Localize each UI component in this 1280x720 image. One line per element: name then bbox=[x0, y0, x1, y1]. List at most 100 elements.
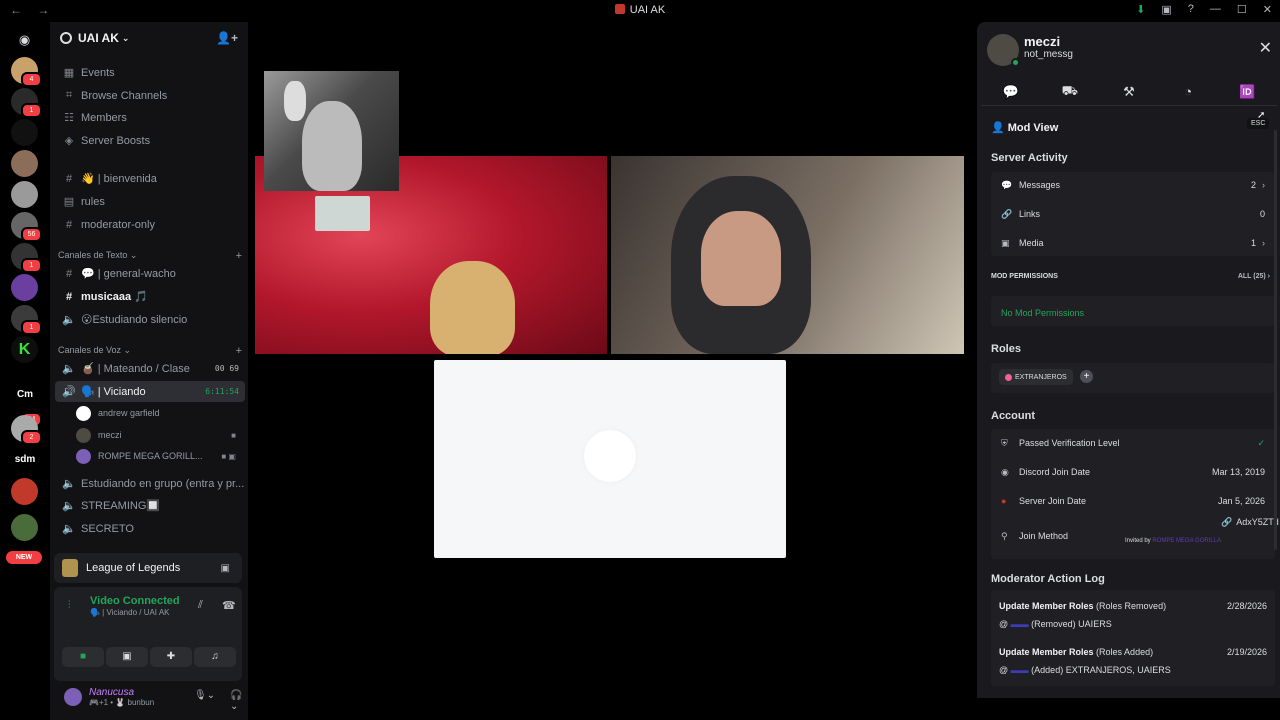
headphones-icon[interactable]: 🎧⌄ bbox=[230, 690, 242, 712]
channel-moderator-only[interactable]: # moderator-only bbox=[55, 214, 245, 235]
server-icon[interactable]: K bbox=[11, 336, 38, 363]
channel-members[interactable]: ☷ Members bbox=[55, 107, 245, 128]
channel-rules[interactable]: ▤ rules bbox=[55, 191, 245, 212]
user-panel[interactable]: Nanucusa 🎮+1 • 🐰 bunbun 🎙⌄ 🎧⌄ ⚙ bbox=[54, 682, 275, 712]
activity-row-media[interactable]: ▣ Media 1 › bbox=[1001, 233, 1265, 253]
add-channel-icon[interactable]: + bbox=[236, 345, 242, 357]
server-icon[interactable] bbox=[11, 181, 38, 208]
video-tile-loading[interactable] bbox=[434, 360, 786, 558]
server-icon[interactable] bbox=[11, 150, 38, 177]
discord-home-icon[interactable]: ◉ bbox=[11, 26, 38, 53]
server-icon[interactable]: 1 bbox=[11, 305, 42, 335]
voice-location[interactable]: 🗣️ | Viciando / UAI AK bbox=[90, 608, 169, 617]
channel-bienvenida[interactable]: # 👋 | bienvenida bbox=[55, 168, 245, 189]
mod-log-entry[interactable]: Update Member Roles (Roles Added) 2/19/2… bbox=[999, 647, 1267, 675]
server-icon[interactable]: 4 bbox=[11, 57, 42, 87]
mention[interactable]: ▬▬ bbox=[1011, 619, 1029, 629]
mod-permissions-title: MOD PERMISSIONS bbox=[991, 273, 1058, 280]
mod-log-title: Moderator Action Log bbox=[991, 573, 1105, 585]
guild-header[interactable]: UAI AK ⌄ 👤+ bbox=[50, 22, 248, 54]
mention[interactable]: ▬▬ bbox=[1011, 665, 1029, 675]
channel-browse[interactable]: ⌗ Browse Channels bbox=[55, 85, 245, 106]
minimize-button[interactable]: — bbox=[1210, 3, 1221, 16]
ban-hammer-icon[interactable]: ⚒ bbox=[1109, 84, 1149, 100]
maximize-button[interactable]: ☐ bbox=[1237, 3, 1247, 16]
guild-name: UAI AK bbox=[78, 31, 119, 45]
pip-video[interactable] bbox=[264, 71, 399, 191]
mod-view-title: 👤 Mod View bbox=[991, 122, 1059, 134]
media-icon: ▣ bbox=[1001, 237, 1010, 248]
channel-events[interactable]: ▦ Events bbox=[55, 62, 245, 83]
channel-limit-tag: 00 69 bbox=[214, 364, 239, 373]
voice-channel-mateando[interactable]: 🔈 🧉 | Mateando / Clase 00 69 bbox=[55, 358, 245, 379]
all-permissions-link[interactable]: ALL (25) › bbox=[1238, 273, 1270, 280]
activities-button[interactable]: ✚ bbox=[150, 647, 192, 667]
voice-user[interactable]: meczi ■ bbox=[76, 425, 242, 445]
add-role-button[interactable]: + bbox=[1080, 370, 1093, 383]
screen-share-button[interactable]: ▣ bbox=[106, 647, 148, 667]
activity-row-messages[interactable]: 💬 Messages 2 › bbox=[1001, 175, 1265, 195]
hash-icon: # bbox=[65, 290, 73, 303]
add-channel-icon[interactable]: + bbox=[236, 250, 242, 262]
camera-button[interactable]: ■ bbox=[62, 647, 104, 667]
activity-panel[interactable]: League of Legends ▣ bbox=[54, 553, 242, 583]
invited-by: Invited by ROMPE MEGA GORILLA bbox=[1125, 538, 1222, 544]
server-icon[interactable] bbox=[11, 514, 38, 541]
invite-code[interactable]: 🔗 AdxY5ZTd bbox=[1221, 512, 1279, 532]
message-icon: 💬 bbox=[1001, 179, 1013, 190]
server-rail: ◉ 4 1 56 1 1 K Cm 24 2 sdm NEW bbox=[0, 22, 50, 720]
channel-musicaaa[interactable]: # musicaaa 🎵 bbox=[55, 286, 245, 307]
server-icon[interactable]: 1 bbox=[11, 243, 42, 273]
mod-log-entry[interactable]: Update Member Roles (Roles Removed) 2/28… bbox=[999, 601, 1267, 629]
call-timer: 6:11:54 bbox=[205, 387, 239, 396]
avatar[interactable] bbox=[987, 34, 1020, 67]
signal-icon[interactable]: ⫶ bbox=[68, 600, 71, 611]
server-icon[interactable]: 56 bbox=[11, 212, 42, 242]
server-label-sdm[interactable]: sdm bbox=[6, 454, 44, 465]
inbox-icon[interactable]: ▣ bbox=[1161, 3, 1171, 16]
help-icon[interactable]: ? bbox=[1188, 3, 1194, 16]
server-icon[interactable] bbox=[11, 478, 38, 505]
server-icon[interactable]: 2 bbox=[11, 415, 42, 445]
participant-video bbox=[284, 81, 306, 121]
channel-general-wacho[interactable]: # 💬 | general-wacho bbox=[55, 263, 245, 284]
guild-badge-icon bbox=[60, 32, 72, 44]
channel-server-boosts[interactable]: ◈ Server Boosts bbox=[55, 130, 245, 151]
server-activity-title: Server Activity bbox=[991, 152, 1068, 164]
person-icon: 👤 bbox=[991, 122, 1005, 134]
role-pill[interactable]: EXTRANJEROS bbox=[999, 369, 1073, 385]
server-icon[interactable]: 1 bbox=[11, 88, 42, 118]
voice-channel-estudiando-grupo[interactable]: 🔈 Estudiando en grupo (entra y pr... bbox=[55, 473, 245, 494]
category-voice[interactable]: Canales de Voz ⌄ + bbox=[58, 345, 242, 357]
close-window-button[interactable]: ✕ bbox=[1263, 3, 1272, 16]
server-icon[interactable] bbox=[11, 119, 38, 146]
message-icon[interactable]: 💬 bbox=[991, 84, 1031, 100]
new-badge[interactable]: NEW bbox=[6, 551, 42, 564]
server-icon[interactable] bbox=[11, 274, 38, 301]
invite-icon[interactable]: 👤+ bbox=[216, 31, 238, 45]
category-text[interactable]: Canales de Texto ⌄ + bbox=[58, 250, 242, 262]
no-mod-permissions: No Mod Permissions bbox=[1001, 308, 1085, 318]
voice-status[interactable]: Video Connected bbox=[90, 595, 180, 607]
update-icon[interactable]: ⬇ bbox=[1136, 3, 1145, 16]
voice-user[interactable]: andrew garfield bbox=[76, 403, 242, 423]
link-icon: 🔗 bbox=[1221, 516, 1233, 527]
voice-channel-secreto[interactable]: 🔈 SECRETO bbox=[55, 518, 245, 539]
microphone-icon[interactable]: 🎙⌄ bbox=[194, 690, 215, 701]
id-icon[interactable]: 🆔 bbox=[1227, 84, 1267, 100]
screen-share-icon[interactable]: ▣ bbox=[221, 563, 230, 574]
noise-suppression-icon[interactable]: ⫽ bbox=[198, 599, 203, 612]
voice-channel-streaming[interactable]: 🔈 STREAMING🔲 bbox=[55, 495, 245, 516]
voice-user[interactable]: ROMPE MEGA GORILL... ■ ▣ bbox=[76, 446, 242, 466]
video-tile[interactable] bbox=[611, 156, 964, 354]
channel-estudiando-silencio[interactable]: 🔈 😮Estudiando silencio bbox=[55, 309, 245, 330]
kick-icon[interactable]: ⛟ bbox=[1050, 83, 1090, 101]
soundboard-button[interactable]: ♫ bbox=[194, 647, 236, 667]
timeout-icon[interactable]: ◔ bbox=[1168, 84, 1208, 99]
server-icon: ● bbox=[1001, 496, 1007, 506]
disconnect-icon[interactable]: ☎ bbox=[222, 599, 236, 612]
voice-channel-viciando[interactable]: 🔊 🗣️ | Viciando 6:11:54 bbox=[55, 381, 245, 402]
speaker-icon: 🔊 bbox=[62, 386, 76, 398]
close-icon[interactable]: ✕ bbox=[1259, 38, 1272, 58]
scrollbar[interactable] bbox=[1274, 130, 1277, 550]
